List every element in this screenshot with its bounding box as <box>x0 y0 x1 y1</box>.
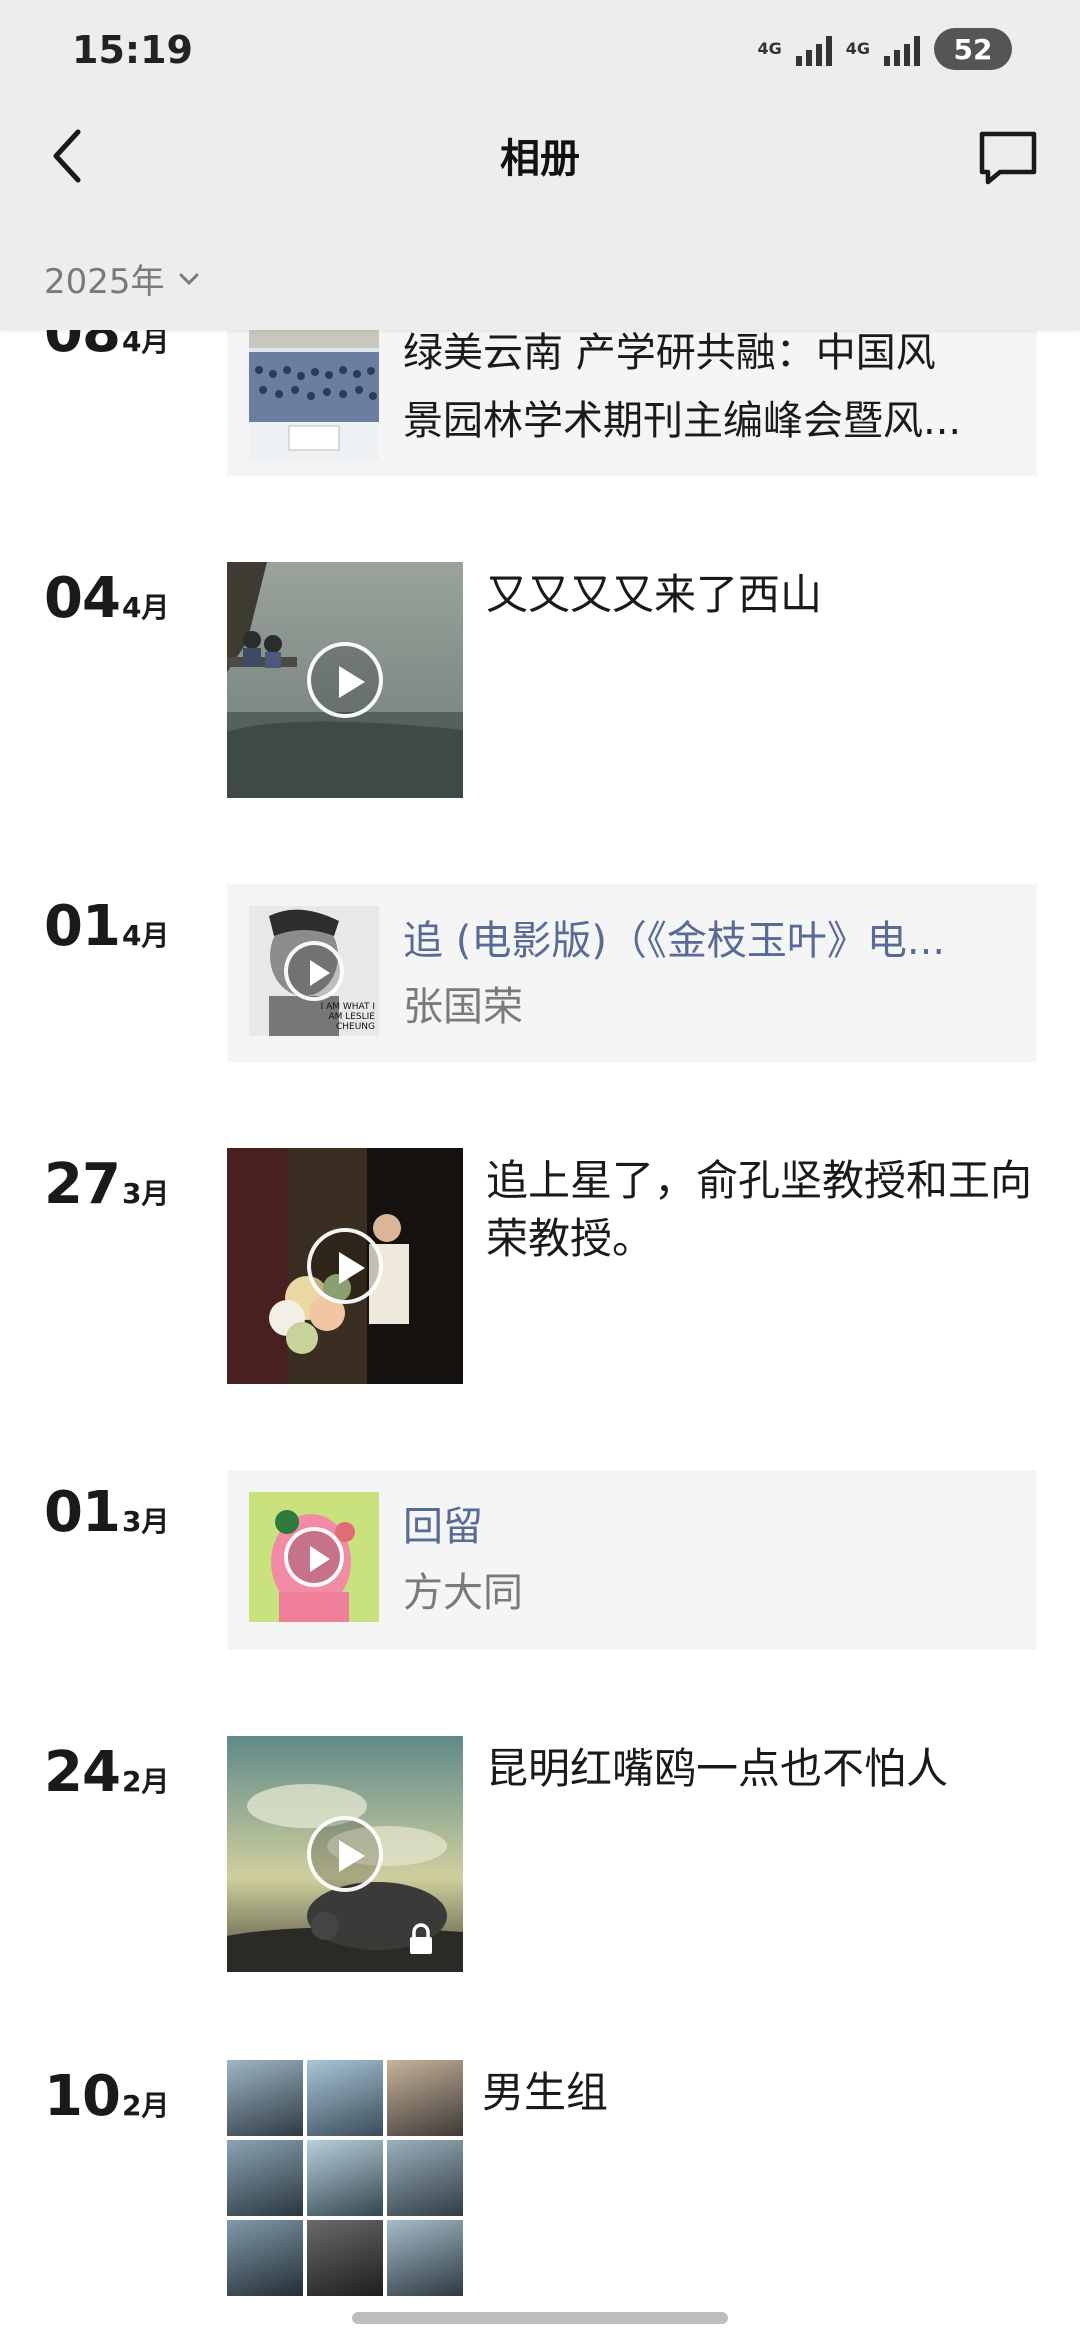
entry-day: 27 <box>44 1152 121 1217</box>
entry-month: 3月 <box>121 1505 170 1538</box>
play-icon[interactable] <box>284 941 344 1001</box>
entry-month: 4月 <box>121 591 170 624</box>
photo-thumbnail[interactable] <box>227 2140 303 2216</box>
photo-thumbnail[interactable] <box>307 2060 383 2136</box>
lock-icon <box>410 1923 432 1954</box>
play-icon[interactable] <box>307 642 383 718</box>
music-artist: 方大同 <box>403 1570 523 1616</box>
entry-month: 4月 <box>121 919 170 952</box>
year-selector[interactable]: 2025年 <box>44 254 201 303</box>
music-title: 追 (电影版)（《金枝玉叶》电... <box>403 918 946 964</box>
photo-thumbnail[interactable] <box>387 2220 463 2296</box>
post-caption: 又又又又来了西山 <box>486 570 823 619</box>
play-icon[interactable] <box>307 1228 383 1304</box>
system-icons: 4G 4G 52 <box>757 28 1012 70</box>
post-caption: 追上星了，俞孔坚教授和王向荣教授。 <box>486 1156 1033 1263</box>
entry-day: 01 <box>44 1480 121 1545</box>
shared-music-card[interactable]: 回留 方大同 <box>227 1470 1037 1650</box>
photo-thumbnail[interactable] <box>387 2060 463 2136</box>
photo-thumbnail[interactable] <box>227 2220 303 2296</box>
status-bar: 15:19 4G 4G 52 <box>0 0 1080 100</box>
page-title: 相册 <box>500 136 580 182</box>
entry-day: 04 <box>44 566 121 631</box>
entry-month: 2月 <box>121 1765 170 1798</box>
shared-music-card[interactable]: I AM WHAT I AM LESLIE CHEUNG 追 (电影版)（《金枝… <box>227 884 1037 1062</box>
photo-thumbnail[interactable] <box>387 2140 463 2216</box>
video-thumbnail[interactable] <box>227 1148 463 1384</box>
cover-text: I AM WHAT I AM LESLIE CHEUNG <box>320 1002 375 1032</box>
photo-thumbnail[interactable] <box>227 2060 303 2136</box>
entry-month: 3月 <box>121 1177 170 1210</box>
entry-day: 01 <box>44 894 121 959</box>
entry-date: 04 4月 <box>44 566 169 631</box>
music-title: 回留 <box>403 1504 483 1550</box>
music-cover <box>249 1492 379 1622</box>
header: 相册 <box>0 100 1080 213</box>
battery-indicator: 52 <box>934 28 1012 70</box>
home-indicator[interactable] <box>352 2312 728 2324</box>
network-type-1: 4G <box>757 39 782 58</box>
entry-date: 27 3月 <box>44 1152 169 1217</box>
entry-day: 24 <box>44 1740 121 1805</box>
video-thumbnail[interactable] <box>227 1736 463 1972</box>
album-feed: 08 4月 绿美云南 产学研共融：中国风 景园林学术期刊主编峰会暨风... 04… <box>0 0 1080 2340</box>
message-button[interactable] <box>972 120 1044 192</box>
signal-icon <box>795 32 832 66</box>
article-title-line2: 景园林学术期刊主编峰会暨风... <box>403 398 962 444</box>
entry-date: 10 2月 <box>44 2064 169 2129</box>
music-cover: I AM WHAT I AM LESLIE CHEUNG <box>249 906 379 1036</box>
entry-month: 2月 <box>121 2089 170 2122</box>
shared-article-card[interactable]: 绿美云南 产学研共融：中国风 景园林学术期刊主编峰会暨风... <box>227 308 1037 476</box>
entry-date: 01 3月 <box>44 1480 169 1545</box>
signal-icon <box>884 32 920 66</box>
status-time: 15:19 <box>72 28 193 72</box>
photo-thumbnail[interactable] <box>307 2220 383 2296</box>
play-icon[interactable] <box>284 1527 344 1587</box>
year-label: 2025年 <box>44 262 165 302</box>
video-thumbnail[interactable] <box>227 562 463 798</box>
entry-date: 01 4月 <box>44 894 169 959</box>
entry-day: 10 <box>44 2064 121 2129</box>
post-caption: 昆明红嘴鸥一点也不怕人 <box>486 1744 949 1793</box>
year-filter-bar[interactable]: 2025年 <box>0 212 1080 330</box>
play-icon[interactable] <box>307 1816 383 1892</box>
photo-grid[interactable] <box>227 2060 463 2296</box>
chevron-down-icon <box>179 273 199 285</box>
music-artist: 张国荣 <box>403 984 523 1030</box>
network-type-2: 4G <box>845 39 870 58</box>
post-caption: 男生组 <box>482 2068 609 2117</box>
entry-date: 24 2月 <box>44 1740 169 1805</box>
article-thumbnail <box>249 330 379 460</box>
photo-thumbnail[interactable] <box>307 2140 383 2216</box>
